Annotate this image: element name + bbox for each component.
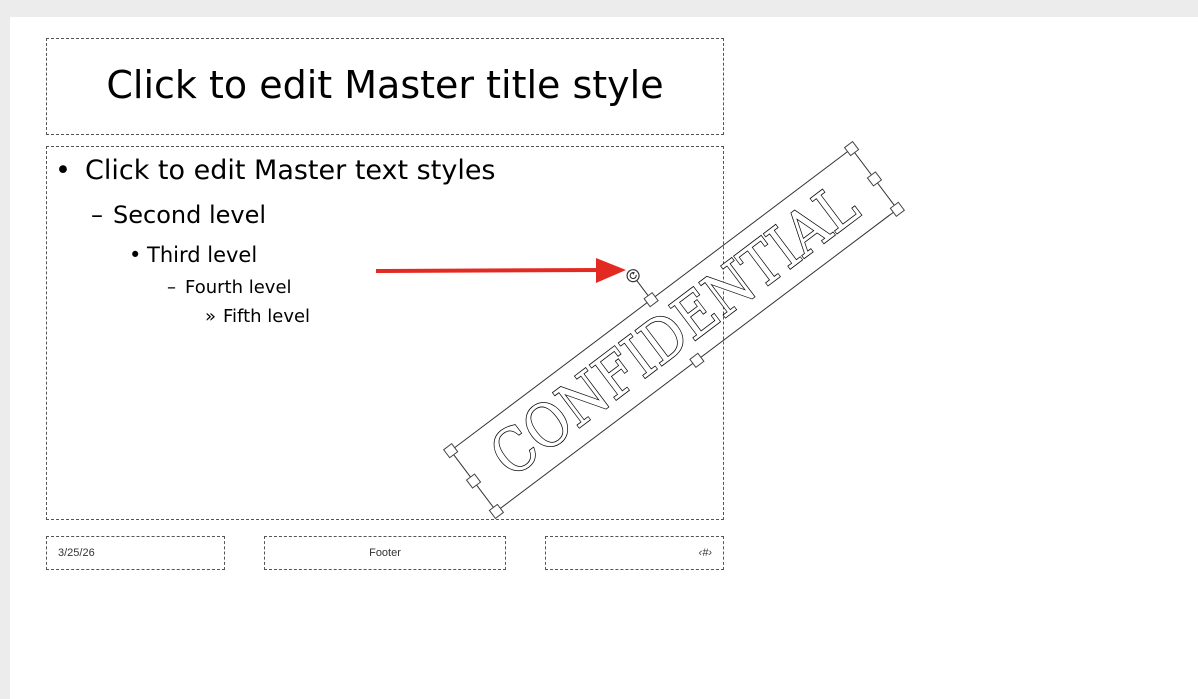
arrow-head bbox=[596, 258, 626, 283]
rotate-icon[interactable] bbox=[625, 267, 642, 284]
resize-handle-top-left[interactable] bbox=[442, 443, 459, 459]
resize-handle-bottom-right[interactable] bbox=[889, 201, 906, 217]
watermark-overlay: CONFIDENTIAL bbox=[375, 117, 906, 520]
watermark-textbox[interactable]: CONFIDENTIAL bbox=[425, 117, 906, 520]
resize-handle-top-right[interactable] bbox=[843, 140, 860, 157]
resize-handle-right[interactable] bbox=[866, 171, 883, 187]
red-arrow-annotation bbox=[375, 258, 626, 283]
arrow-shaft bbox=[375, 268, 601, 273]
resize-handle-bottom-left[interactable] bbox=[488, 503, 505, 520]
confidential-watermark-text[interactable]: CONFIDENTIAL bbox=[477, 170, 872, 492]
resize-handle-left[interactable] bbox=[465, 473, 482, 489]
